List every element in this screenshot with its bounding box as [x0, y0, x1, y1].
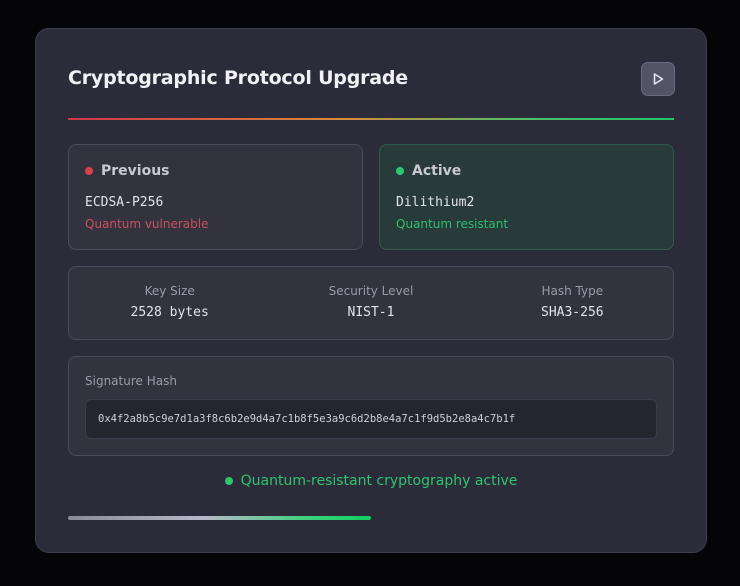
status-text: Quantum-resistant cryptography active — [240, 473, 518, 489]
active-status-dot — [396, 167, 404, 175]
gradient-divider — [68, 118, 674, 120]
metric-label: Key Size — [144, 284, 195, 298]
status-line: Quantum-resistant cryptography active — [36, 473, 706, 489]
progress-fill — [68, 516, 371, 520]
page-title: Cryptographic Protocol Upgrade — [68, 67, 408, 89]
previous-note: Quantum vulnerable — [85, 217, 209, 231]
previous-algorithm: ECDSA-P256 — [85, 195, 164, 210]
play-icon — [653, 73, 664, 85]
metric-value: NIST-1 — [347, 305, 395, 320]
signature-hash-value[interactable]: 0x4f2a8b5c9e7d1a3f8c6b2e9d4a7c1b8f5e3a9c… — [85, 399, 657, 439]
metric-hash-type: Hash Type SHA3-256 — [472, 267, 673, 339]
previous-status-dot — [85, 167, 93, 175]
metric-label: Security Level — [328, 284, 414, 298]
active-note: Quantum resistant — [396, 217, 509, 231]
metric-label: Hash Type — [541, 284, 604, 298]
active-protocol-panel: Active Dilithium2 Quantum resistant — [379, 144, 674, 250]
progress-bar — [68, 516, 674, 520]
active-algorithm: Dilithium2 — [396, 195, 475, 210]
metric-key-size: Key Size 2528 bytes — [69, 267, 270, 339]
signature-hash-label: Signature Hash — [85, 374, 177, 388]
signature-hash-panel: Signature Hash 0x4f2a8b5c9e7d1a3f8c6b2e9… — [68, 356, 674, 456]
status-dot — [224, 477, 233, 485]
active-label: Active — [412, 163, 462, 179]
previous-label: Previous — [101, 163, 170, 179]
metric-value: 2528 bytes — [130, 305, 209, 320]
metrics-panel: Key Size 2528 bytes Security Level NIST-… — [68, 266, 674, 340]
previous-protocol-panel: Previous ECDSA-P256 Quantum vulnerable — [68, 144, 363, 250]
metric-security-level: Security Level NIST-1 — [270, 267, 471, 339]
play-button[interactable] — [641, 62, 675, 96]
upgrade-card: Cryptographic Protocol Upgrade Previous … — [35, 28, 707, 553]
metric-value: SHA3-256 — [541, 305, 604, 320]
